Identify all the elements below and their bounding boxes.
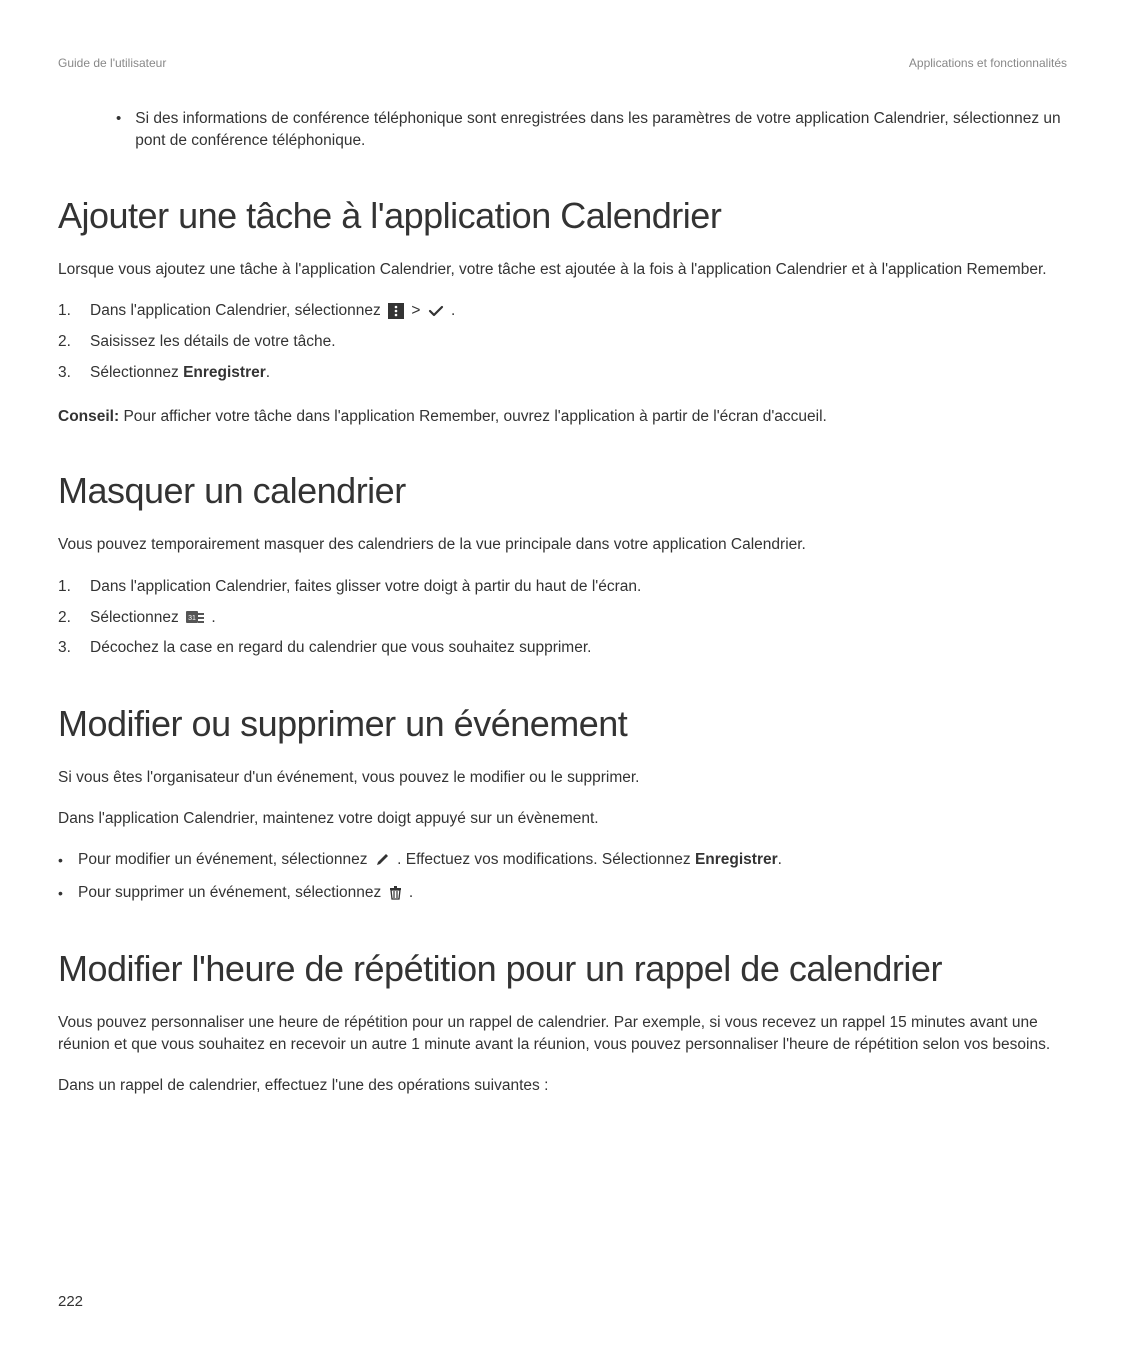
- header-left: Guide de l'utilisateur: [58, 56, 166, 70]
- section3-b1-a: Pour modifier un événement, sélectionnez: [78, 851, 372, 868]
- bullet-dot: •: [116, 108, 121, 153]
- conseil-label: Conseil:: [58, 408, 119, 425]
- section2-title: Masquer un calendrier: [58, 470, 1067, 512]
- section3-p2: Dans l'application Calendrier, maintenez…: [58, 808, 1067, 830]
- section1-step-2: 2. Saisissez les détails de votre tâche.: [58, 330, 1067, 355]
- section2-step3-text: Décochez la case en regard du calendrier…: [90, 636, 591, 661]
- section2-step-1: 1. Dans l'application Calendrier, faites…: [58, 575, 1067, 600]
- conseil-text: Pour afficher votre tâche dans l'applica…: [119, 408, 827, 425]
- section1-steps: 1. Dans l'application Calendrier, sélect…: [58, 299, 1067, 385]
- edit-icon: [375, 852, 390, 867]
- check-icon: [428, 304, 444, 318]
- section2-intro: Vous pouvez temporairement masquer des c…: [58, 534, 1067, 556]
- section2-step-2: 2. Sélectionnez 31 .: [58, 606, 1067, 631]
- intro-bullet: • Si des informations de conférence télé…: [116, 108, 1067, 153]
- page-header: Guide de l'utilisateur Applications et f…: [58, 56, 1067, 70]
- section2-step2-text-a: Sélectionnez: [90, 609, 183, 626]
- section4-title: Modifier l'heure de répétition pour un r…: [58, 948, 1067, 990]
- section3-bullet-2: • Pour supprimer un événement, sélection…: [58, 881, 1067, 906]
- page-number: 222: [58, 1293, 83, 1310]
- section3-bullet-1: • Pour modifier un événement, sélectionn…: [58, 848, 1067, 873]
- section1-step3-text-b: Enregistrer: [183, 364, 266, 381]
- section2-step-3: 3. Décochez la case en regard du calendr…: [58, 636, 1067, 661]
- section3-b1-d: .: [778, 851, 782, 868]
- section1-step2-text: Saisissez les détails de votre tâche.: [90, 330, 336, 355]
- section1-conseil: Conseil: Pour afficher votre tâche dans …: [58, 406, 1067, 428]
- section3-title: Modifier ou supprimer un événement: [58, 703, 1067, 745]
- section3-b2-b: .: [409, 884, 413, 901]
- section1-intro: Lorsque vous ajoutez une tâche à l'appli…: [58, 259, 1067, 281]
- section1-step1-text-b: >: [411, 302, 424, 319]
- section3-b2-a: Pour supprimer un événement, sélectionne…: [78, 884, 386, 901]
- section4-p1: Vous pouvez personnaliser une heure de r…: [58, 1012, 1067, 1057]
- section3-bullets: • Pour modifier un événement, sélectionn…: [58, 848, 1067, 906]
- bullet-dot: •: [58, 849, 78, 871]
- header-right: Applications et fonctionnalités: [909, 56, 1067, 70]
- section2-step2-text-b: .: [211, 609, 215, 626]
- section1-step3-text-c: .: [266, 364, 270, 381]
- section1-title: Ajouter une tâche à l'application Calend…: [58, 195, 1067, 237]
- bullet-dot: •: [58, 882, 78, 904]
- section3-b1-b: . Effectuez vos modifications. Sélection…: [397, 851, 695, 868]
- section3-b1-c: Enregistrer: [695, 851, 778, 868]
- intro-bullet-text: Si des informations de conférence téléph…: [135, 108, 1067, 153]
- section4-p2: Dans un rappel de calendrier, effectuez …: [58, 1075, 1067, 1097]
- section1-step-1: 1. Dans l'application Calendrier, sélect…: [58, 299, 1067, 324]
- calendar-filter-icon: 31: [186, 610, 204, 624]
- svg-text:31: 31: [188, 615, 196, 622]
- section1-step3-text-a: Sélectionnez: [90, 364, 183, 381]
- section2-steps: 1. Dans l'application Calendrier, faites…: [58, 575, 1067, 661]
- trash-icon: [389, 885, 402, 900]
- section3-p1: Si vous êtes l'organisateur d'un événeme…: [58, 767, 1067, 789]
- section1-step1-text-a: Dans l'application Calendrier, sélection…: [90, 302, 385, 319]
- section1-step-3: 3. Sélectionnez Enregistrer.: [58, 361, 1067, 386]
- section2-step1-text: Dans l'application Calendrier, faites gl…: [90, 575, 641, 600]
- more-vert-icon: [388, 303, 404, 319]
- section1-step1-text-c: .: [451, 302, 455, 319]
